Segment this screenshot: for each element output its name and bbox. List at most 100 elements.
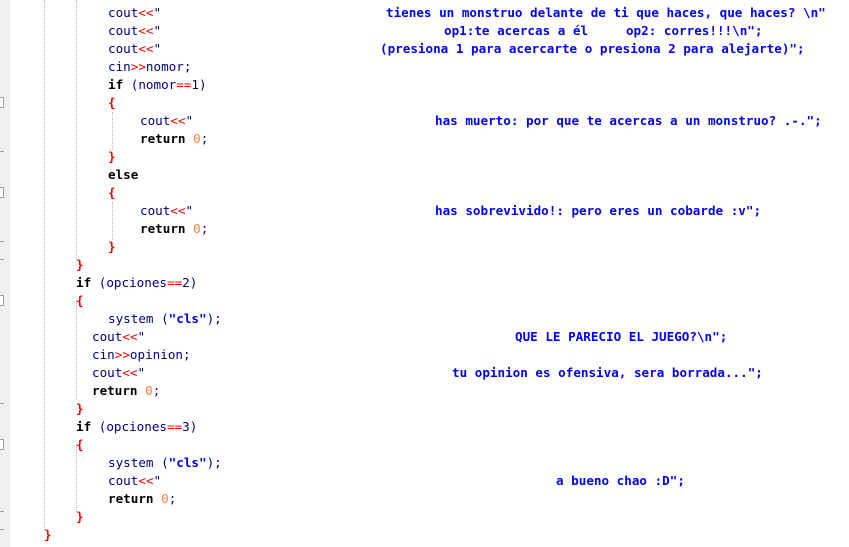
code-tokens: else xyxy=(108,166,138,184)
token: << xyxy=(170,113,186,128)
token: } xyxy=(76,257,84,272)
token: == xyxy=(167,275,183,290)
token: << xyxy=(138,473,154,488)
token: cout xyxy=(108,41,139,56)
code-tokens: if (nomor==1) xyxy=(108,76,207,94)
token: cout xyxy=(108,473,139,488)
token: return xyxy=(140,221,186,236)
token: cin xyxy=(108,59,131,74)
token: ; xyxy=(168,491,177,506)
token: cin xyxy=(92,347,115,362)
code-tokens: } xyxy=(44,526,52,544)
token: else xyxy=(108,167,139,182)
string-literal: op1:te acercas a él op2: corres!!!\n"; xyxy=(444,23,763,38)
token: 2) xyxy=(182,275,198,290)
token: system ( xyxy=(108,311,169,326)
token: "cls" xyxy=(168,455,207,470)
token: nomor; xyxy=(145,59,192,74)
token: == xyxy=(176,77,192,92)
token: 0 xyxy=(161,491,169,506)
token: << xyxy=(138,23,154,38)
code-tokens: } xyxy=(76,256,84,274)
token: << xyxy=(122,365,138,380)
code-tokens: cin>>opinion; xyxy=(92,346,191,364)
token: if xyxy=(76,419,92,434)
token: << xyxy=(138,5,154,20)
token: { xyxy=(76,437,84,452)
token: " xyxy=(185,203,194,218)
token: 0 xyxy=(145,383,153,398)
token: if xyxy=(108,77,124,92)
token: cout xyxy=(92,329,123,344)
code-tokens: cout<<" xyxy=(108,4,161,22)
token: (opciones xyxy=(91,419,167,434)
token: << xyxy=(138,41,154,56)
token: { xyxy=(108,185,116,200)
token: return xyxy=(140,131,186,146)
token: 3) xyxy=(182,419,198,434)
string-literal: has muerto: por que te acercas a un mons… xyxy=(435,113,822,128)
token: ; xyxy=(200,221,209,236)
token: } xyxy=(76,401,84,416)
code-tokens: } xyxy=(76,508,84,526)
code-tokens: if (opciones==2) xyxy=(76,274,197,292)
token: cout xyxy=(108,5,139,20)
token: << xyxy=(170,203,186,218)
code-tokens: cout<<" xyxy=(92,328,145,346)
token: ; xyxy=(152,383,161,398)
code-tokens: { xyxy=(108,184,116,202)
token: ); xyxy=(206,455,222,470)
token: "cls" xyxy=(168,311,207,326)
token: >> xyxy=(130,59,146,74)
token: return xyxy=(92,383,138,398)
token: (opciones xyxy=(91,275,167,290)
token: 0 xyxy=(193,131,201,146)
code-tokens: return 0; xyxy=(92,382,160,400)
code-tokens: return 0; xyxy=(140,220,208,238)
token: " xyxy=(153,5,162,20)
code-tokens: system ("cls"); xyxy=(108,310,222,328)
string-literal: tienes un monstruo delante de ti que hac… xyxy=(386,5,826,20)
code-tokens: { xyxy=(108,94,116,112)
code-tokens: } xyxy=(108,148,116,166)
token: cout xyxy=(140,203,171,218)
token: " xyxy=(153,23,162,38)
code-tokens: cout<<" xyxy=(108,472,161,490)
token: { xyxy=(108,95,116,110)
token: " xyxy=(153,41,162,56)
token: << xyxy=(122,329,138,344)
code-tokens: return 0; xyxy=(108,490,176,508)
token: } xyxy=(108,239,116,254)
string-literal: has sobrevivido!: pero eres un cobarde :… xyxy=(435,203,762,218)
code-editor[interactable]: cout<<" tienes un monstruo delante de ti … xyxy=(0,0,849,547)
token: cout xyxy=(108,23,139,38)
string-literal: QUE LE PARECIO EL JUEGO?\n"; xyxy=(515,329,728,344)
code-tokens: } xyxy=(76,400,84,418)
code-tokens: { xyxy=(76,436,84,454)
token: 1) xyxy=(191,77,207,92)
token: " xyxy=(137,329,146,344)
code-tokens: system ("cls"); xyxy=(108,454,222,472)
token: if xyxy=(76,275,92,290)
token: } xyxy=(76,509,84,524)
code-tokens: return 0; xyxy=(140,130,208,148)
code-tokens: cin>>nomor; xyxy=(108,58,191,76)
code-tokens: cout<<" xyxy=(140,112,193,130)
token: ; xyxy=(200,131,209,146)
token: system ( xyxy=(108,455,169,470)
token: " xyxy=(137,365,146,380)
token: >> xyxy=(114,347,130,362)
code-tokens: cout<<" xyxy=(108,22,161,40)
token: } xyxy=(44,527,52,542)
code-tokens: { xyxy=(76,292,84,310)
token: { xyxy=(76,293,84,308)
code-tokens: if (opciones==3) xyxy=(76,418,197,436)
string-literal: a bueno chao :D"; xyxy=(556,473,685,488)
token: 0 xyxy=(193,221,201,236)
string-literal: (presiona 1 para acercarte o presiona 2 … xyxy=(380,41,805,56)
code-tokens: cout<<" xyxy=(92,364,145,382)
